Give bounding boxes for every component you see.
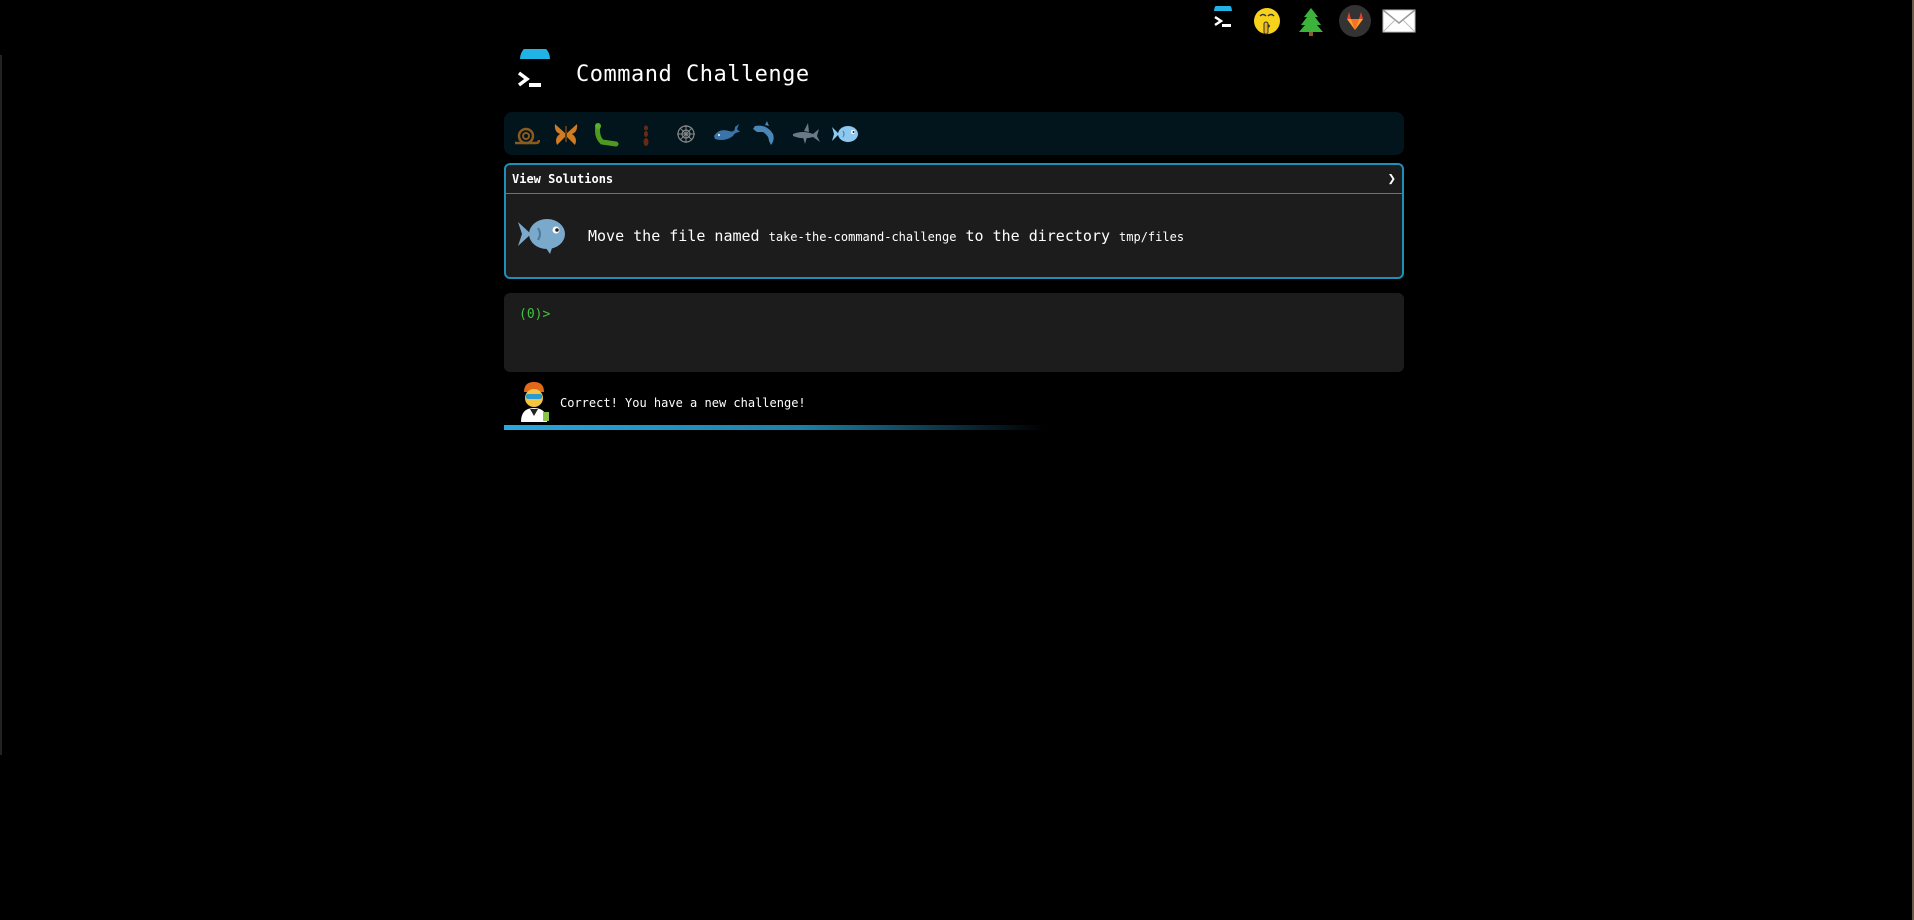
terminal-input[interactable]: (0)> — [504, 293, 1404, 372]
caterpillar-icon[interactable] — [590, 118, 622, 150]
view-solutions-label: View Solutions — [512, 172, 614, 186]
whale-icon[interactable] — [710, 118, 742, 150]
shushing-face-icon[interactable] — [1250, 4, 1284, 38]
status-row: Correct! You have a new challenge! — [504, 382, 1404, 424]
fish-icon — [516, 212, 570, 260]
tree-icon[interactable] — [1294, 4, 1328, 38]
challenge-card: View Solutions ❯ Move the file named tak… — [504, 163, 1404, 279]
status-message: Correct! You have a new challenge! — [560, 396, 806, 410]
dolphin-icon[interactable] — [750, 118, 782, 150]
terminal-icon[interactable] — [510, 44, 560, 99]
challenge-body: Move the file named take-the-command-cha… — [506, 194, 1402, 278]
challenge-middle: to the directory — [965, 227, 1111, 245]
view-solutions-toggle[interactable]: View Solutions ❯ — [506, 165, 1402, 194]
challenge-directory: tmp/files — [1119, 230, 1185, 244]
progress-bar — [504, 425, 1044, 430]
mail-icon[interactable] — [1382, 4, 1416, 38]
chevron-right-icon[interactable]: ❯ — [1388, 171, 1396, 187]
snail-icon[interactable] — [510, 118, 542, 150]
gitlab-icon[interactable] — [1338, 4, 1372, 38]
left-edge — [0, 55, 2, 755]
main-container: Command Challenge View Solutions ❯ Move … — [504, 44, 1404, 430]
page-title: Command Challenge — [576, 61, 810, 87]
shark-icon[interactable] — [790, 118, 822, 150]
hacker-avatar-icon — [516, 380, 552, 426]
fish-icon[interactable] — [830, 118, 862, 150]
challenge-filename: take-the-command-challenge — [768, 230, 957, 244]
page: Command Challenge View Solutions ❯ Move … — [0, 0, 1914, 920]
spider-web-icon[interactable] — [670, 118, 702, 150]
butterfly-icon[interactable] — [550, 118, 582, 150]
terminal-icon[interactable] — [1206, 4, 1240, 38]
challenge-prefix: Move the file named — [588, 227, 760, 245]
challenge-description: Move the file named take-the-command-cha… — [588, 227, 1184, 245]
top-nav — [1206, 4, 1416, 38]
ant-icon[interactable] — [630, 118, 662, 150]
level-bar — [504, 112, 1404, 155]
terminal-prompt: (0)> — [519, 307, 551, 322]
header: Command Challenge — [504, 44, 1404, 104]
